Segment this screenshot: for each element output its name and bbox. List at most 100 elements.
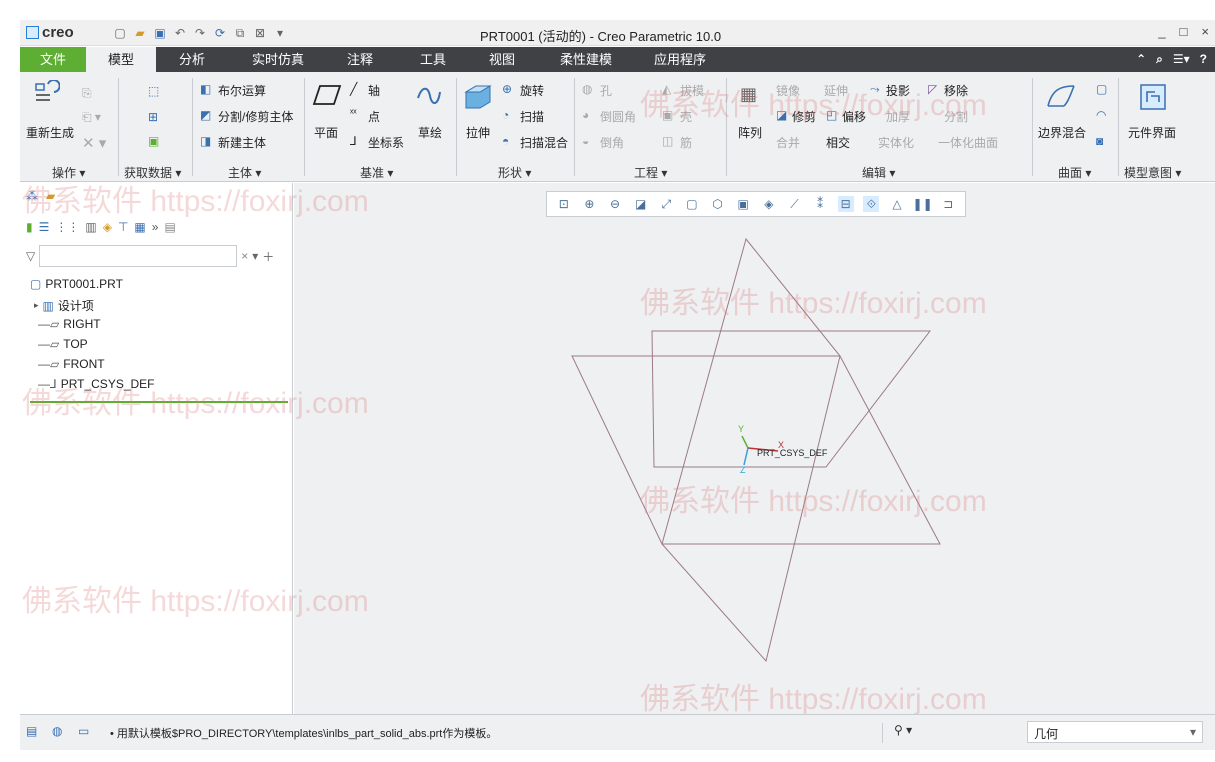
boundary-blend-button[interactable]: 边界混合: [1038, 124, 1086, 141]
sweep-button[interactable]: 扫描: [520, 108, 544, 125]
group-model-intent[interactable]: 模型意图 ▾: [1124, 164, 1181, 181]
freestyle-icon[interactable]: ◙: [1096, 134, 1103, 148]
shrinkwrap-icon[interactable]: ▣: [148, 134, 159, 148]
new-file-icon[interactable]: ▢: [112, 25, 128, 41]
toggle-navigator-icon[interactable]: ▤: [26, 724, 37, 738]
point-button[interactable]: 点: [368, 108, 380, 125]
component-interface-button[interactable]: 元件界面: [1128, 124, 1176, 141]
pattern-button[interactable]: 阵列: [738, 124, 762, 141]
tab-model[interactable]: 模型: [86, 47, 156, 72]
close-button[interactable]: ×: [1201, 24, 1209, 39]
tab-analysis[interactable]: 分析: [162, 47, 222, 72]
windows-icon[interactable]: ⧉: [232, 25, 248, 41]
copy-icon[interactable]: ⎘: [82, 86, 92, 101]
group-engineering[interactable]: 工程 ▾: [634, 164, 667, 181]
minimize-button[interactable]: _: [1158, 24, 1165, 39]
selection-filter[interactable]: 几何 ▾: [1027, 721, 1203, 743]
tab-applications[interactable]: 应用程序: [642, 47, 718, 72]
regenerate-button[interactable]: 重新生成: [26, 124, 74, 141]
chevron-down-icon[interactable]: ▾: [1190, 725, 1196, 739]
tree-item-root[interactable]: ▢ PRT0001.PRT: [30, 277, 123, 291]
save-icon[interactable]: ▣: [152, 25, 168, 41]
graphics-window[interactable]: ⊡ ⊕ ⊖ ◪ ⤢ ▢ ⬡ ▣ ◈ ⟋ ⁑ ⊟ ⟐ △ ❚❚ ⊐ Y X Z P…: [294, 183, 1215, 714]
paste-icon[interactable]: ⎗ ▾: [82, 110, 101, 125]
plane-button[interactable]: 平面: [314, 124, 338, 141]
window-controls: _ □ ×: [1158, 24, 1209, 39]
add-icon[interactable]: ＋: [262, 248, 274, 265]
csys-button[interactable]: 坐标系: [368, 134, 404, 151]
restore-button[interactable]: □: [1180, 24, 1188, 39]
layers-icon[interactable]: ▥: [85, 220, 96, 234]
open-folder-icon[interactable]: ▰: [132, 25, 148, 41]
regenerate-icon[interactable]: [34, 80, 60, 108]
collapse-ribbon-icon[interactable]: ⌃: [1136, 52, 1146, 67]
chevron-down-icon[interactable]: ▾: [252, 249, 258, 263]
show-icon[interactable]: ▮: [26, 220, 33, 234]
more-icon[interactable]: »: [152, 220, 159, 234]
help-icon[interactable]: ?: [1200, 52, 1207, 67]
search-icon[interactable]: ⌕: [1156, 52, 1163, 67]
axis-button[interactable]: 轴: [368, 82, 380, 99]
group-shapes[interactable]: 形状 ▾: [498, 164, 531, 181]
revolve-button[interactable]: 旋转: [520, 82, 544, 99]
copy-geometry-icon[interactable]: ⊞: [148, 110, 158, 124]
intersect-button[interactable]: 相交: [826, 134, 850, 151]
tab-tools[interactable]: 工具: [403, 47, 463, 72]
plane-icon[interactable]: [312, 84, 342, 106]
datum-planes-view[interactable]: [294, 183, 1215, 714]
tab-flexible-modeling[interactable]: 柔性建模: [548, 47, 624, 72]
sketch-icon[interactable]: [416, 84, 442, 108]
tree-columns-icon[interactable]: ⋮⋮: [55, 220, 79, 234]
sketch-button[interactable]: 草绘: [418, 124, 442, 141]
chamfer-button[interactable]: 倒角: [600, 134, 624, 151]
unify-quilts-button[interactable]: 一体化曲面: [938, 134, 998, 151]
expand-icon[interactable]: ▸: [34, 300, 39, 311]
merge-button[interactable]: 合并: [776, 134, 800, 151]
delete-icon[interactable]: ✕ ▾: [82, 134, 106, 152]
settings-icon[interactable]: ◈: [103, 220, 112, 234]
group-surfaces[interactable]: 曲面 ▾: [1058, 164, 1091, 181]
round-button[interactable]: 倒圆角: [600, 108, 636, 125]
full-screen-icon[interactable]: ▭: [78, 724, 89, 738]
revolve-icon: ⊕: [502, 82, 513, 96]
tree-item-front[interactable]: —▱ FRONT: [38, 357, 105, 371]
extrude-button[interactable]: 拉伸: [466, 124, 490, 141]
status-message: • 用默认模板$PRO_DIRECTORY\templates\inlbs_pa…: [110, 728, 498, 740]
help-center-icon[interactable]: ☰▾: [1173, 52, 1190, 67]
boundary-blend-icon[interactable]: [1044, 82, 1078, 110]
component-interface-icon[interactable]: [1138, 82, 1168, 112]
close-window-icon[interactable]: ⊠: [252, 25, 268, 41]
rib-button[interactable]: 筋: [680, 134, 692, 151]
tree-filters-icon[interactable]: ⊤: [118, 220, 128, 234]
tab-live-simulation[interactable]: 实时仿真: [238, 47, 318, 72]
redo-icon[interactable]: ↷: [192, 25, 208, 41]
tree-item-right[interactable]: —▱ RIGHT: [38, 317, 101, 331]
tree-search-input[interactable]: [39, 245, 238, 267]
tree-item-design-items[interactable]: ▸ ▥ 设计项: [34, 297, 94, 314]
hole-button[interactable]: 孔: [600, 82, 612, 99]
browser-icon[interactable]: ◍: [52, 724, 62, 738]
regenerate-icon[interactable]: ⟳: [212, 25, 228, 41]
extrude-icon[interactable]: [462, 82, 492, 112]
clear-icon[interactable]: ×: [241, 249, 248, 263]
fill-icon[interactable]: ▢: [1096, 82, 1107, 96]
customize-icon[interactable]: ▾: [272, 25, 288, 41]
split-trim-body-button[interactable]: 分割/修剪主体: [218, 108, 293, 125]
tab-annotate[interactable]: 注释: [330, 47, 390, 72]
tree-settings-icon[interactable]: ▦: [134, 220, 145, 234]
user-defined-feature-icon[interactable]: ⬚: [148, 84, 159, 98]
style-icon[interactable]: ◠: [1096, 108, 1106, 122]
tree-list-icon[interactable]: ☰: [39, 220, 50, 234]
swept-blend-button[interactable]: 扫描混合: [520, 134, 568, 151]
details-icon[interactable]: ▤: [164, 220, 175, 234]
solidify-button[interactable]: 实体化: [878, 134, 914, 151]
tab-view[interactable]: 视图: [472, 47, 532, 72]
tab-file[interactable]: 文件: [20, 47, 86, 72]
separator: [882, 723, 883, 743]
boolean-button[interactable]: 布尔运算: [218, 82, 266, 99]
undo-icon[interactable]: ↶: [172, 25, 188, 41]
new-body-button[interactable]: 新建主体: [218, 134, 266, 151]
group-editing[interactable]: 编辑 ▾: [862, 164, 895, 181]
find-icon[interactable]: ⚲ ▾: [894, 723, 912, 737]
tree-item-top[interactable]: —▱ TOP: [38, 337, 88, 351]
